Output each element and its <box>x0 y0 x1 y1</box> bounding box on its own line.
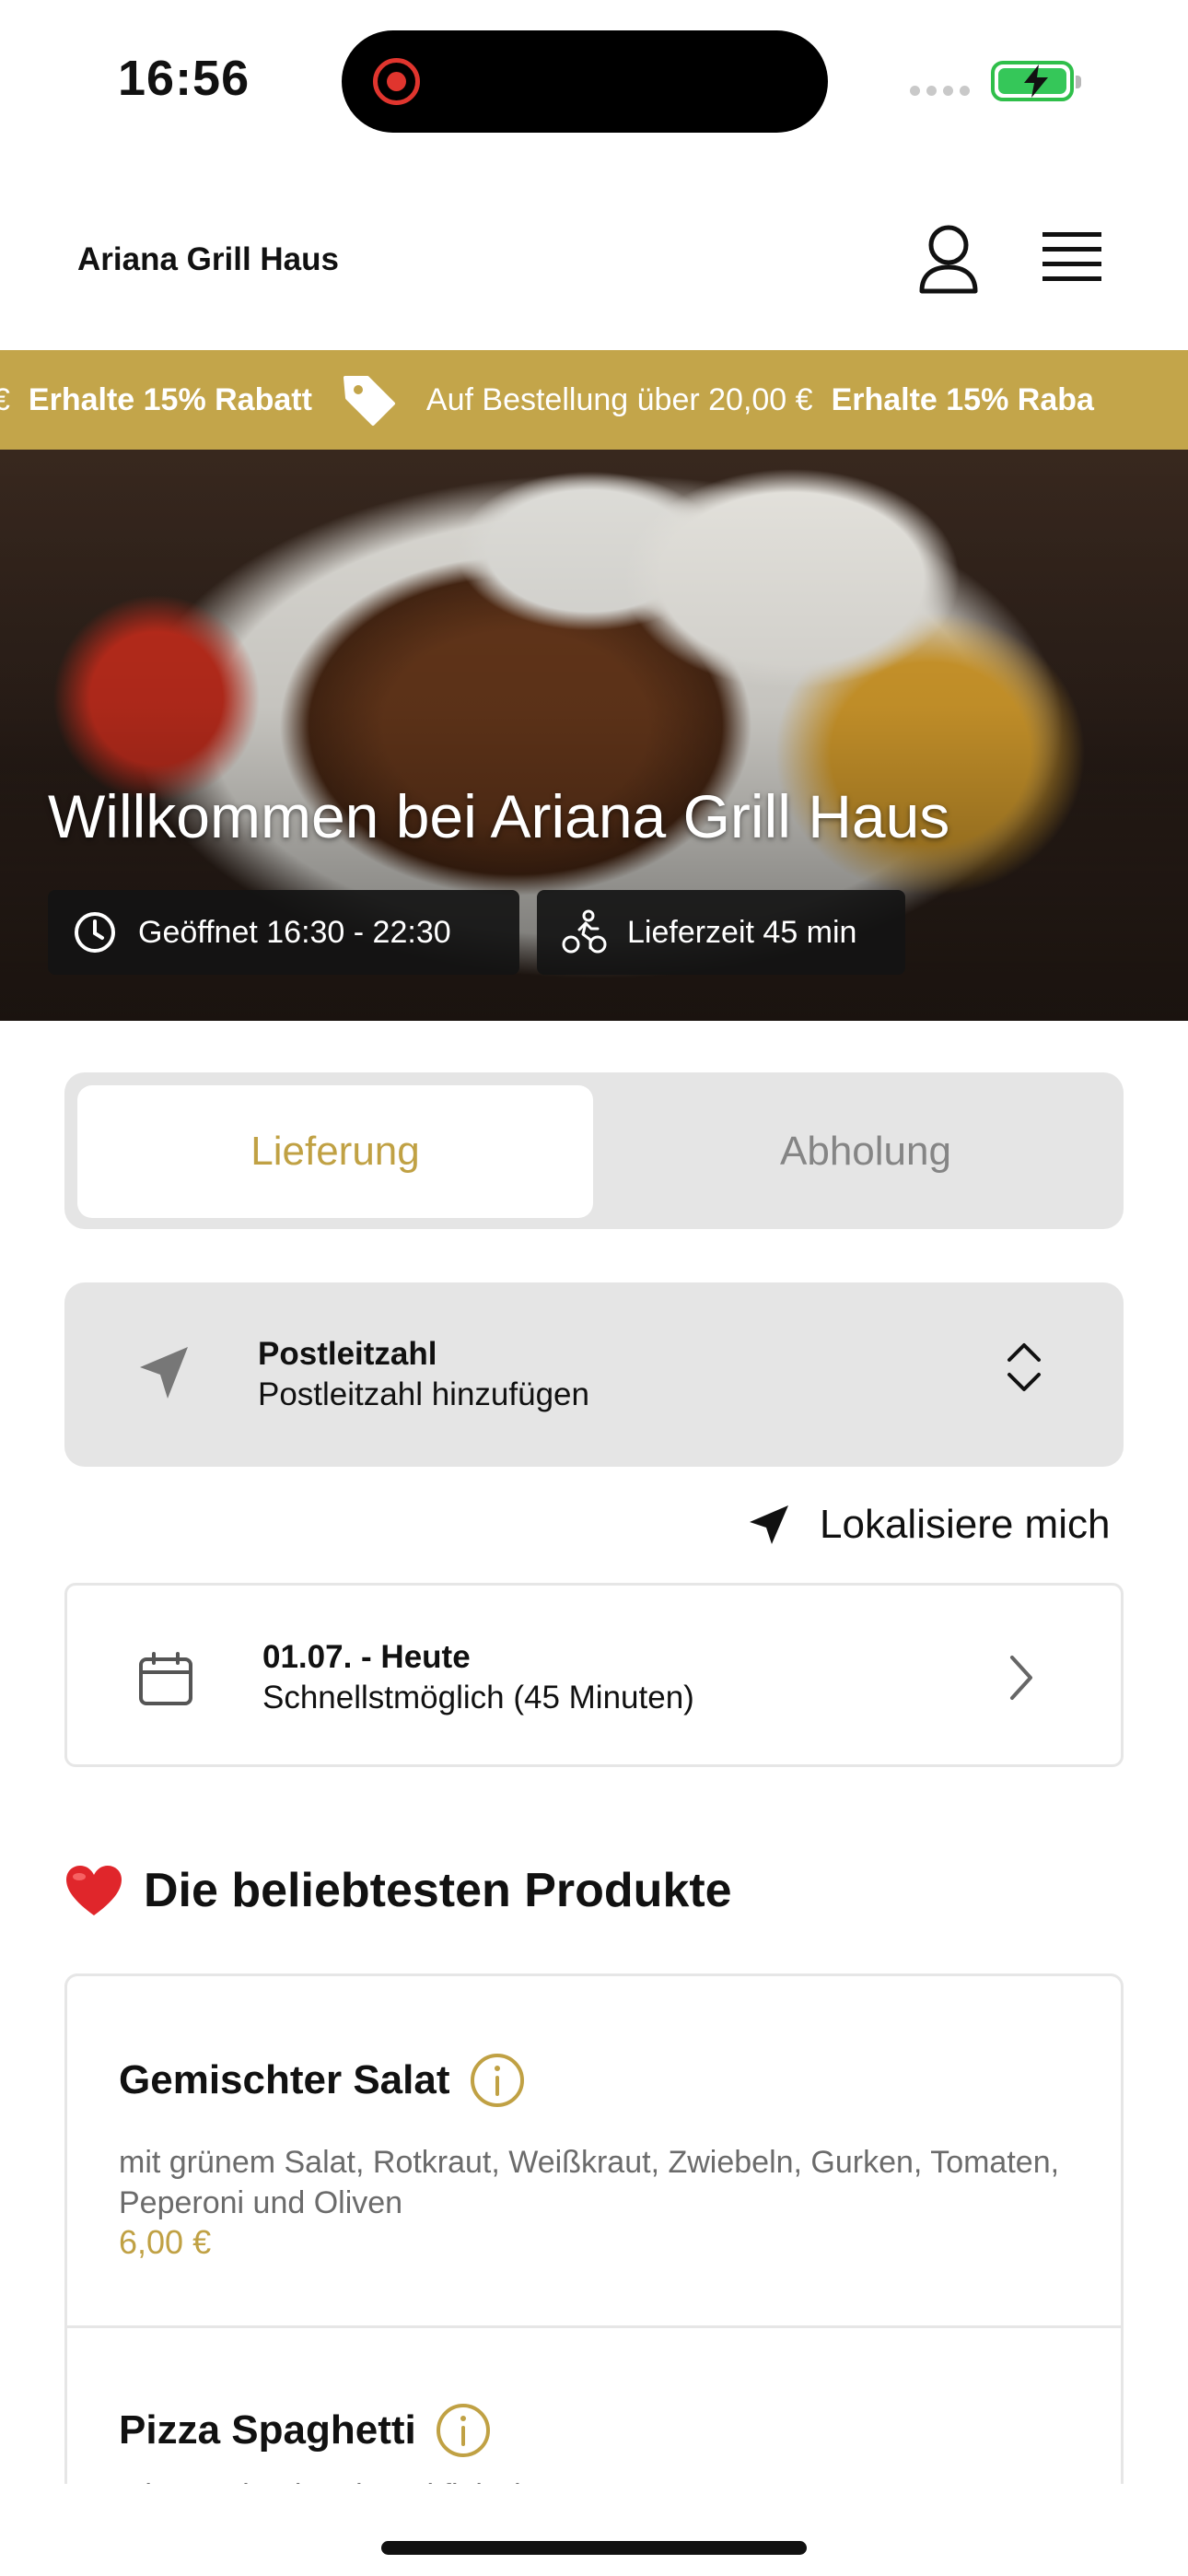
status-time: 16:56 <box>118 51 250 106</box>
info-icon[interactable] <box>469 2052 526 2109</box>
chevron-right-icon <box>1010 1656 1032 1700</box>
product-description: mit Spaghetti und Hackfleischsauce <box>119 2476 1067 2484</box>
recording-indicator-icon <box>373 58 420 105</box>
tab-delivery[interactable]: Lieferung <box>77 1085 593 1218</box>
locate-me-label: Lokalisiere mich <box>820 1502 1111 1547</box>
order-mode-toggle: Lieferung Abholung <box>64 1072 1124 1229</box>
promo-banner: € Erhalte 15% Rabatt Auf Bestellung über… <box>0 350 1188 450</box>
product-card[interactable]: Gemischter Salat mit grünem Salat, Rotkr… <box>67 1976 1121 2328</box>
product-name: Pizza Spaghetti <box>119 2407 416 2453</box>
product-price: 6,00 € <box>119 2223 212 2261</box>
bicycle-courier-icon <box>562 909 607 954</box>
promo-fragment: € <box>0 381 10 417</box>
chevron-up-down-icon <box>1007 1343 1041 1391</box>
location-arrow-icon <box>140 1347 188 1399</box>
postcode-placeholder: Postleitzahl hinzufügen <box>258 1376 589 1412</box>
welcome-heading: Willkommen bei Ariana Grill Haus <box>48 782 950 850</box>
delivery-date-selector[interactable]: 01.07. - Heute Schnellstmöglich (45 Minu… <box>64 1583 1124 1767</box>
menu-button[interactable] <box>1041 228 1105 289</box>
opening-hours-text: Geöffnet 16:30 - 22:30 <box>138 914 451 950</box>
account-button[interactable] <box>916 223 981 297</box>
popular-products-title: Die beliebtesten Produkte <box>144 1864 732 1917</box>
postcode-selector[interactable]: Postleitzahl Postleitzahl hinzufügen <box>64 1282 1124 1467</box>
navigation-arrow-icon <box>750 1505 788 1544</box>
info-icon[interactable] <box>435 2402 492 2459</box>
signal-icon <box>910 86 970 96</box>
heart-icon <box>66 1866 122 1915</box>
promo-marquee: € Erhalte 15% Rabatt Auf Bestellung über… <box>0 350 1094 450</box>
delivery-date-subtitle: Schnellstmöglich (45 Minuten) <box>262 1680 694 1715</box>
postcode-label: Postleitzahl <box>258 1336 437 1372</box>
product-description: mit grünem Salat, Rotkraut, Weißkraut, Z… <box>119 2145 1060 2220</box>
promo-discount-text-repeat: Erhalte 15% Raba <box>831 381 1094 417</box>
promo-discount-text: Erhalte 15% Rabatt <box>28 381 312 417</box>
hamburger-menu-icon <box>1042 232 1101 281</box>
home-indicator[interactable] <box>381 2541 807 2555</box>
delivery-time-text: Lieferzeit 45 min <box>627 914 857 950</box>
delivery-time-chip: Lieferzeit 45 min <box>537 890 905 975</box>
calendar-icon <box>139 1652 192 1705</box>
dynamic-island <box>342 30 828 133</box>
app-header: Ariana Grill Haus <box>0 175 1188 350</box>
product-name-row: Gemischter Salat <box>119 2052 526 2109</box>
popular-products-heading: Die beliebtesten Produkte <box>64 1863 732 1918</box>
promo-condition-text: Auf Bestellung über 20,00 € <box>425 381 813 417</box>
delivery-date-title: 01.07. - Heute <box>262 1639 471 1675</box>
opening-hours-chip: Geöffnet 16:30 - 22:30 <box>48 890 519 975</box>
price-tag-icon <box>343 376 395 426</box>
product-name-row: Pizza Spaghetti <box>119 2402 492 2459</box>
popular-products-list: Gemischter Salat mit grünem Salat, Rotkr… <box>64 1973 1124 2484</box>
locate-me-button[interactable]: Lokalisiere mich <box>748 1493 1110 1557</box>
battery-charging-icon <box>991 61 1081 101</box>
product-name: Gemischter Salat <box>119 2057 450 2102</box>
tab-pickup[interactable]: Abholung <box>608 1085 1124 1218</box>
user-icon <box>919 225 978 294</box>
clock-icon <box>75 912 115 953</box>
product-card[interactable]: Pizza Spaghetti mit Spaghetti und Hackfl… <box>67 2328 1121 2484</box>
status-bar: 16:56 <box>0 0 1188 157</box>
restaurant-name[interactable]: Ariana Grill Haus <box>77 241 339 278</box>
hero-banner: Willkommen bei Ariana Grill Haus Geöffne… <box>0 450 1188 1021</box>
